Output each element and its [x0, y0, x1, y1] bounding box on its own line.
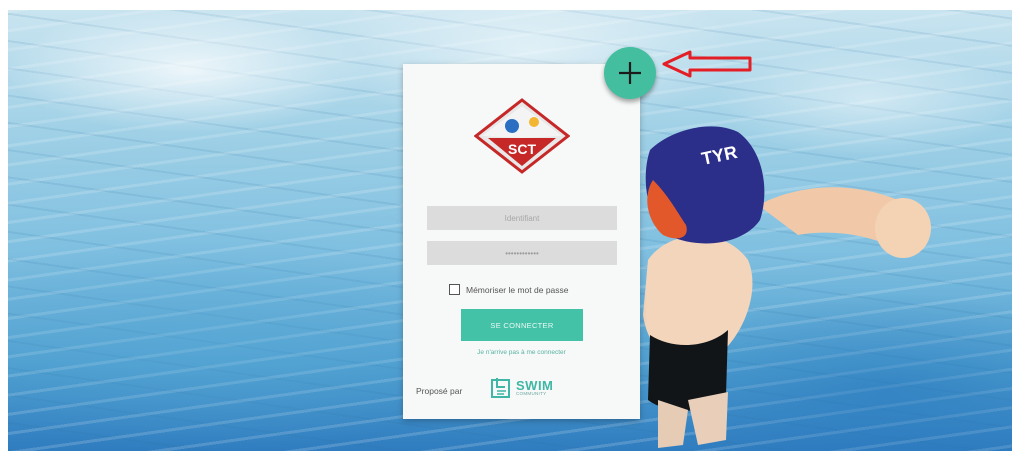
remember-checkbox[interactable]	[449, 284, 460, 295]
red-arrow-icon	[662, 50, 752, 78]
brand-subtitle: COMMUNITY	[516, 391, 547, 397]
plus-icon	[619, 62, 641, 84]
remember-label: Mémoriser le mot de passe	[466, 284, 569, 295]
svg-text:SCT: SCT	[508, 141, 536, 157]
forgot-login-link[interactable]: Je n'arrive pas à me connecter	[403, 349, 640, 356]
username-input[interactable]	[427, 206, 617, 230]
login-button[interactable]: SE CONNECTER	[461, 309, 583, 341]
powered-by-label: Proposé par	[416, 386, 463, 396]
club-logo: SCT	[474, 98, 570, 174]
swim-community-logo[interactable]: SWIM COMMUNITY	[491, 377, 553, 399]
add-button[interactable]	[604, 47, 656, 99]
swimmer-image: TYR	[643, 126, 931, 448]
swim-logo-icon	[491, 378, 510, 398]
remember-me[interactable]: Mémoriser le mot de passe	[449, 284, 569, 295]
password-input[interactable]	[427, 241, 617, 265]
login-card: SCT Mémoriser le mot de passe SE CONNECT…	[403, 64, 640, 419]
